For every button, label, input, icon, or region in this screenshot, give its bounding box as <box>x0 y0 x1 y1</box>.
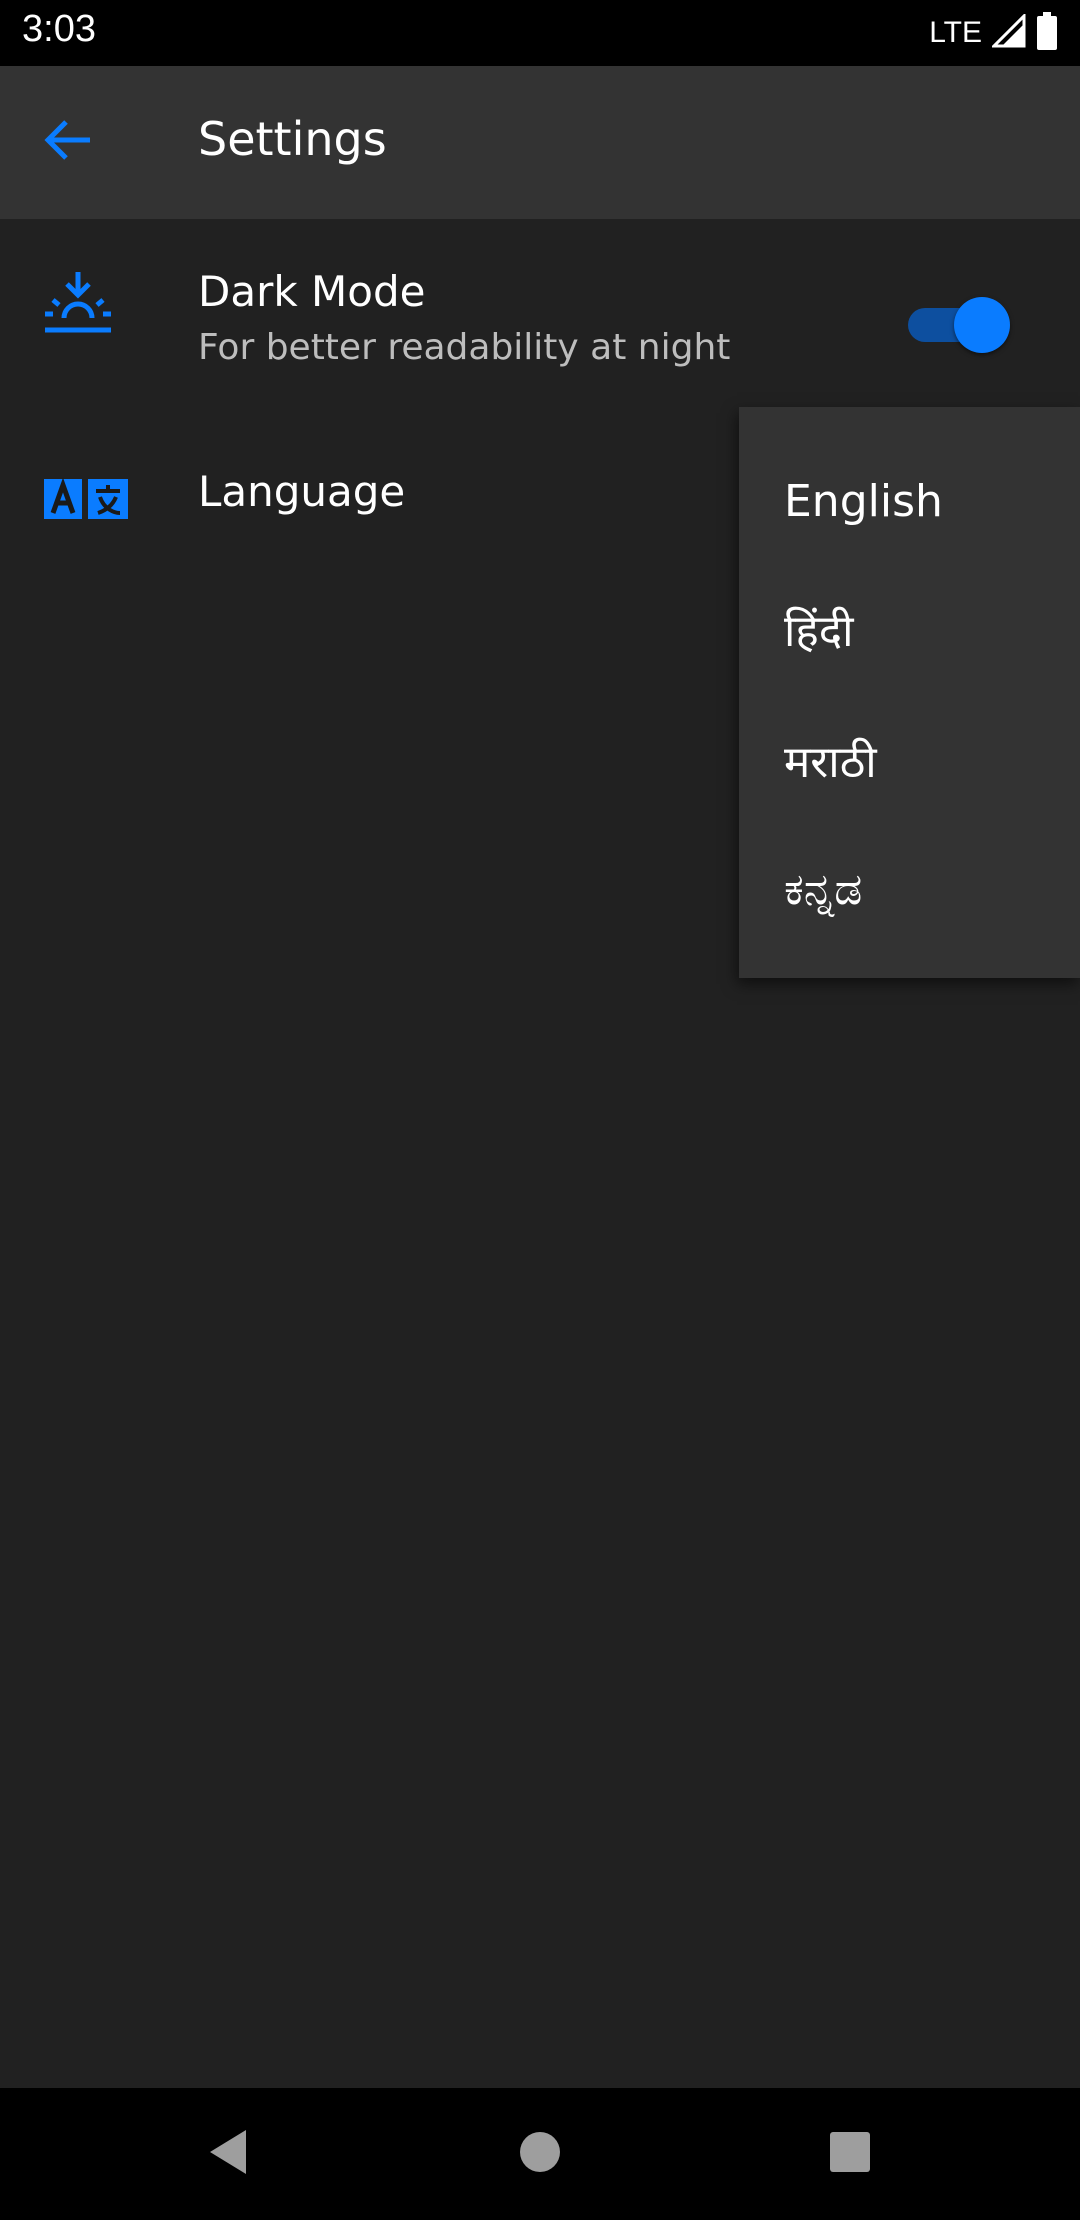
status-bar: 3:03 LTE <box>0 0 1080 66</box>
page-title: Settings <box>198 112 387 166</box>
language-dropdown-menu: English हिंदी मराठी ಕನ್ನಡ <box>739 407 1080 978</box>
language-option-marathi[interactable]: मराठी <box>739 695 1080 825</box>
language-option-english[interactable]: English <box>739 436 1080 566</box>
dark-mode-title: Dark Mode <box>198 267 426 316</box>
language-option-kannada[interactable]: ಕನ್ನಡ <box>739 824 1080 954</box>
back-button[interactable] <box>28 102 108 182</box>
setting-dark-mode[interactable]: Dark Mode For better readability at nigh… <box>0 219 1080 409</box>
dark-mode-toggle[interactable] <box>908 295 1010 355</box>
dark-mode-subtitle: For better readability at night <box>198 327 731 368</box>
sunrise-icon <box>40 267 116 337</box>
signal-icon <box>990 12 1026 52</box>
home-circle-icon <box>518 2130 562 2178</box>
battery-icon <box>1036 12 1058 54</box>
nav-back-button[interactable] <box>188 2114 268 2194</box>
system-nav-bar <box>0 2088 1080 2220</box>
arrow-back-icon <box>42 114 94 170</box>
network-type: LTE <box>929 16 982 49</box>
language-title: Language <box>198 467 406 516</box>
nav-home-button[interactable] <box>500 2114 580 2194</box>
recents-square-icon <box>829 2131 871 2177</box>
language-option-hindi[interactable]: हिंदी <box>739 564 1080 694</box>
toggle-thumb <box>954 297 1010 353</box>
app-bar: Settings <box>0 66 1080 219</box>
back-triangle-icon <box>206 2128 250 2180</box>
translate-icon <box>44 477 128 521</box>
status-time: 3:03 <box>22 8 96 50</box>
status-icons: LTE <box>929 12 1058 54</box>
nav-recents-button[interactable] <box>810 2114 890 2194</box>
